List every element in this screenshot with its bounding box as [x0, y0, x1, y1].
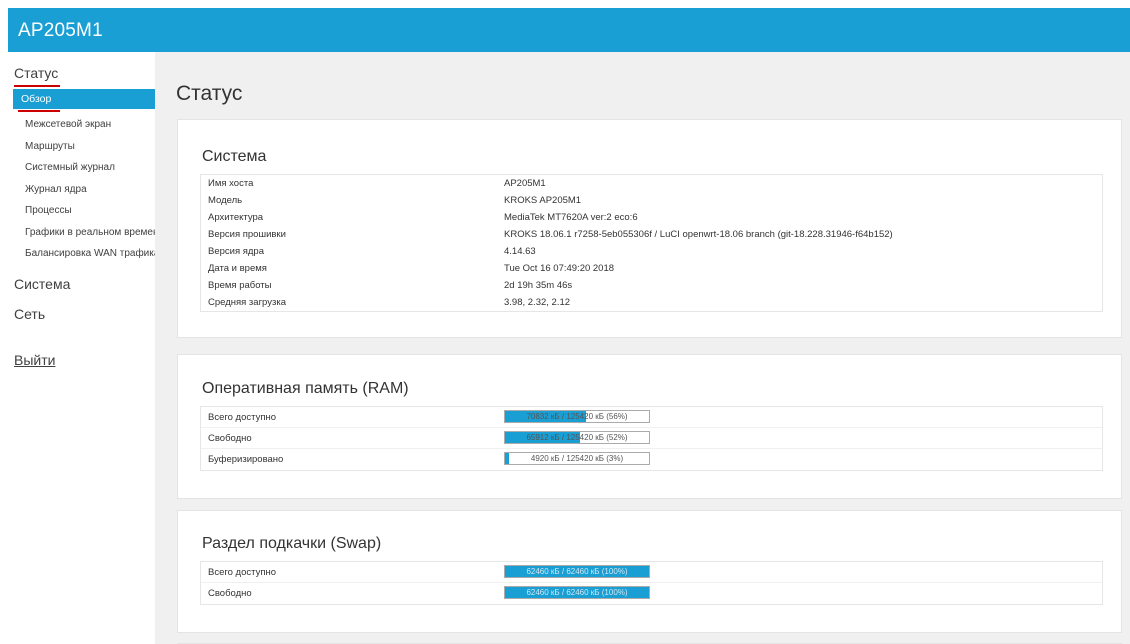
main-content: Статус Система Имя хоста AP205M1 Модель KR… — [155, 52, 1130, 644]
swap-section: Раздел подкачки (Swap) Всего доступно 62… — [177, 510, 1122, 633]
page-title: Статус — [176, 82, 243, 105]
row-key: Всего доступно — [208, 412, 277, 423]
table-row: Средняя загрузка 3.98, 2.32, 2.12 — [201, 294, 1102, 311]
sidebar-subitem-routes[interactable]: Маршруты — [8, 136, 155, 158]
table-row: Всего доступно 70832 кБ / 125420 кБ (56%… — [201, 407, 1102, 428]
sidebar-subitem-kernel-log[interactable]: Журнал ядра — [8, 179, 155, 201]
row-value: KROKS 18.06.1 r7258-5eb055306f / LuCI op… — [504, 229, 893, 240]
row-key: Дата и время — [208, 263, 267, 274]
section-title: Оперативная память (RAM) — [202, 380, 409, 397]
row-value: AP205M1 — [504, 178, 546, 189]
row-key: Свободно — [208, 433, 252, 444]
progress-label: 62460 кБ / 62460 кБ (100%) — [526, 567, 628, 576]
app-title[interactable]: AP205M1 — [18, 20, 103, 42]
row-value: MediaTek MT7620A ver:2 eco:6 — [504, 212, 638, 223]
table-row: Время работы 2d 19h 35m 46s — [201, 277, 1102, 294]
ram-section: Оперативная память (RAM) Всего доступно … — [177, 354, 1122, 499]
system-info-table: Имя хоста AP205M1 Модель KROKS AP205M1 Арх… — [200, 174, 1103, 312]
sidebar-item-network[interactable]: Сеть — [8, 305, 45, 323]
progress-label: 62460 кБ / 62460 кБ (100%) — [526, 588, 628, 597]
sidebar-item-status[interactable]: Статус — [8, 64, 58, 82]
row-key: Версия ядра — [208, 246, 264, 257]
sidebar-subitem-system-log[interactable]: Системный журнал — [8, 157, 155, 179]
table-row: Версия ядра 4.14.63 — [201, 243, 1102, 260]
sidebar-subitem-realtime-graphs[interactable]: Графики в реальном времени — [8, 222, 155, 244]
sidebar-subitem-processes[interactable]: Процессы — [8, 200, 155, 222]
swap-free-progress-bar: 62460 кБ / 62460 кБ (100%) — [504, 586, 650, 599]
progress-label: 65912 кБ / 125420 кБ (52%) — [526, 433, 628, 442]
app-window: AP205M1 Статус Обзор Межсетевой экран Ма… — [8, 8, 1130, 644]
system-section: Система Имя хоста AP205M1 Модель KROKS AP2… — [177, 119, 1122, 338]
ram-buffered-progress-bar: 4920 кБ / 125420 кБ (3%) — [504, 452, 650, 465]
row-key: Время работы — [208, 280, 272, 291]
table-row: Свободно 62460 кБ / 62460 кБ (100%) — [201, 583, 1102, 604]
header-bar: AP205M1 — [8, 8, 1130, 52]
sidebar-item-system[interactable]: Система — [8, 275, 70, 293]
row-value: 2d 19h 35m 46s — [504, 280, 573, 291]
table-row: Модель KROKS AP205M1 — [201, 192, 1102, 209]
swap-total-progress-bar: 62460 кБ / 62460 кБ (100%) — [504, 565, 650, 578]
row-key: Свободно — [208, 588, 252, 599]
logout-link[interactable]: Выйти — [8, 351, 55, 369]
row-value: 4.14.63 — [504, 246, 536, 257]
table-row: Имя хоста AP205M1 — [201, 175, 1102, 192]
section-title: Система — [202, 148, 267, 165]
row-value: Tue Oct 16 07:49:20 2018 — [504, 263, 615, 274]
highlight-underline — [14, 85, 60, 87]
row-value: 3.98, 2.32, 2.12 — [504, 297, 571, 308]
ram-table: Всего доступно 70832 кБ / 125420 кБ (56%… — [200, 406, 1103, 471]
row-key: Имя хоста — [208, 178, 254, 189]
sidebar: Статус Обзор Межсетевой экран Маршруты С… — [8, 52, 155, 644]
row-key: Модель — [208, 195, 243, 206]
sidebar-subitem-wan-balancing[interactable]: Балансировка WAN трафика — [8, 243, 155, 265]
sidebar-status-submenu: Межсетевой экран Маршруты Системный журн… — [8, 114, 155, 265]
sidebar-subitem-firewall[interactable]: Межсетевой экран — [8, 114, 155, 136]
table-row: Буферизировано 4920 кБ / 125420 кБ (3%) — [201, 449, 1102, 470]
sidebar-subitem-overview[interactable]: Обзор — [13, 89, 155, 109]
ram-free-progress-bar: 65912 кБ / 125420 кБ (52%) — [504, 431, 650, 444]
row-key: Версия прошивки — [208, 229, 286, 240]
row-key: Буферизировано — [208, 454, 284, 465]
swap-table: Всего доступно 62460 кБ / 62460 кБ (100%… — [200, 561, 1103, 605]
table-row: Версия прошивки KROKS 18.06.1 r7258-5eb05… — [201, 226, 1102, 243]
row-value: KROKS AP205M1 — [504, 195, 582, 206]
row-key: Средняя загрузка — [208, 297, 286, 308]
section-title: Раздел подкачки (Swap) — [202, 535, 382, 552]
highlight-underline — [18, 110, 60, 112]
ram-total-progress-bar: 70832 кБ / 125420 кБ (56%) — [504, 410, 650, 423]
table-row: Свободно 65912 кБ / 125420 кБ (52%) — [201, 428, 1102, 449]
row-key: Всего доступно — [208, 567, 277, 578]
progress-label: 70832 кБ / 125420 кБ (56%) — [526, 412, 628, 421]
table-row: Архитектура MediaTek MT7620A ver:2 eco:6 — [201, 209, 1102, 226]
progress-label: 4920 кБ / 125420 кБ (3%) — [530, 454, 624, 463]
table-row: Всего доступно 62460 кБ / 62460 кБ (100%… — [201, 562, 1102, 583]
row-key: Архитектура — [208, 212, 264, 223]
table-row: Дата и время Tue Oct 16 07:49:20 2018 — [201, 260, 1102, 277]
